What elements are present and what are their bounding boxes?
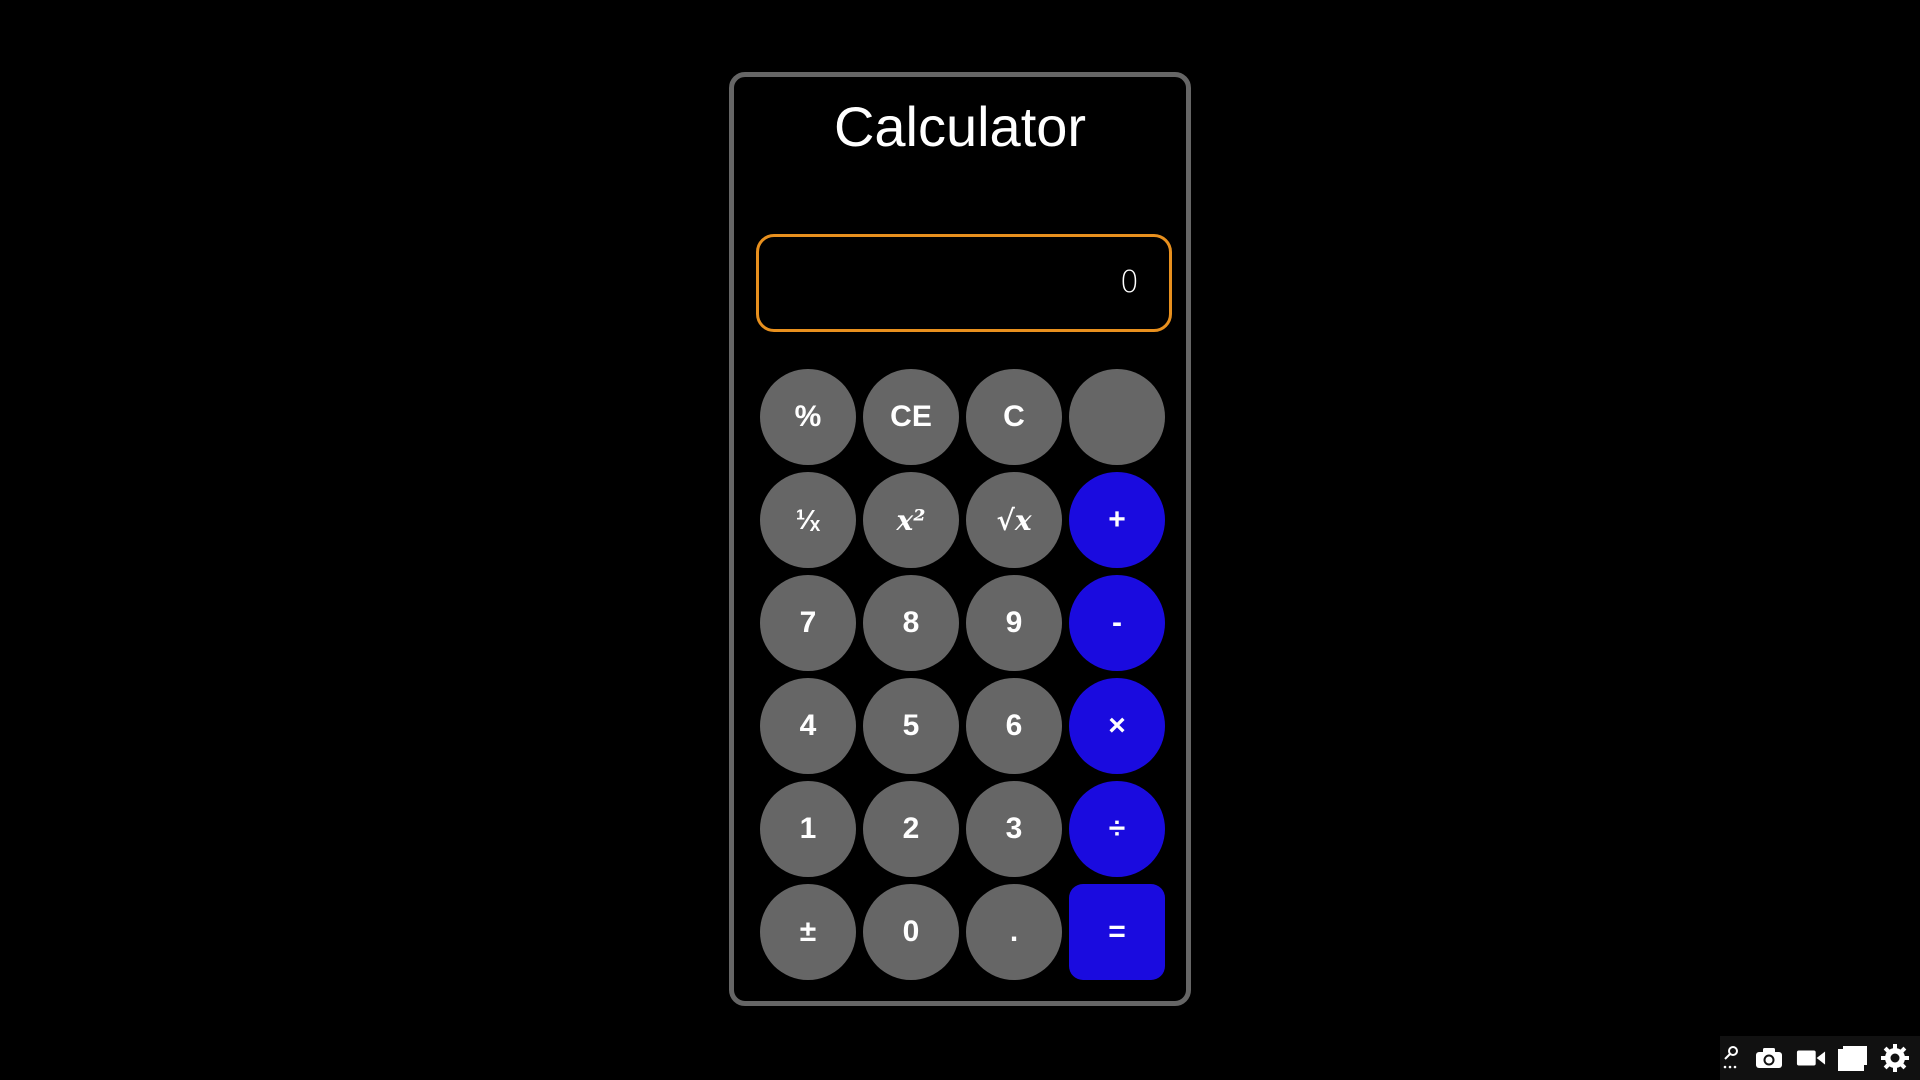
keypad: % CE C ¹⁄ₓ x² √x + 7 8 9 - 4 5 6 × 1 2 3… (760, 369, 1172, 980)
calculator-window: Calculator 0 % CE C ¹⁄ₓ x² √x + 7 8 9 - … (729, 72, 1191, 1006)
calculator-display[interactable]: 0 (756, 234, 1172, 332)
decimal-button[interactable]: . (966, 884, 1062, 980)
divide-button[interactable]: ÷ (1069, 781, 1165, 877)
digit-5-button[interactable]: 5 (863, 678, 959, 774)
square-button[interactable]: x² (863, 472, 959, 568)
negate-button[interactable]: ± (760, 884, 856, 980)
multiply-button[interactable]: × (1069, 678, 1165, 774)
blank-button[interactable] (1069, 369, 1165, 465)
app-title: Calculator (833, 95, 1087, 158)
digit-4-button[interactable]: 4 (760, 678, 856, 774)
equals-button[interactable]: = (1069, 884, 1165, 980)
digit-7-button[interactable]: 7 (760, 575, 856, 671)
reciprocal-button[interactable]: ¹⁄ₓ (760, 472, 856, 568)
digit-8-button[interactable]: 8 (863, 575, 959, 671)
digit-1-button[interactable]: 1 (760, 781, 856, 877)
percent-button[interactable]: % (760, 369, 856, 465)
clear-entry-button[interactable]: CE (863, 369, 959, 465)
digit-3-button[interactable]: 3 (966, 781, 1062, 877)
digit-9-button[interactable]: 9 (966, 575, 1062, 671)
pin-icon[interactable] (1720, 1043, 1742, 1073)
clear-button[interactable]: C (966, 369, 1062, 465)
digit-0-button[interactable]: 0 (863, 884, 959, 980)
screen-capture-toolbar (1720, 1036, 1920, 1080)
digit-2-button[interactable]: 2 (863, 781, 959, 877)
subtract-button[interactable]: - (1069, 575, 1165, 671)
add-button[interactable]: + (1069, 472, 1165, 568)
camera-icon[interactable] (1754, 1043, 1784, 1073)
video-camera-icon[interactable] (1796, 1043, 1826, 1073)
digit-6-button[interactable]: 6 (966, 678, 1062, 774)
window-icon[interactable] (1838, 1043, 1868, 1073)
gear-icon[interactable] (1880, 1043, 1910, 1073)
square-root-button[interactable]: √x (966, 472, 1062, 568)
